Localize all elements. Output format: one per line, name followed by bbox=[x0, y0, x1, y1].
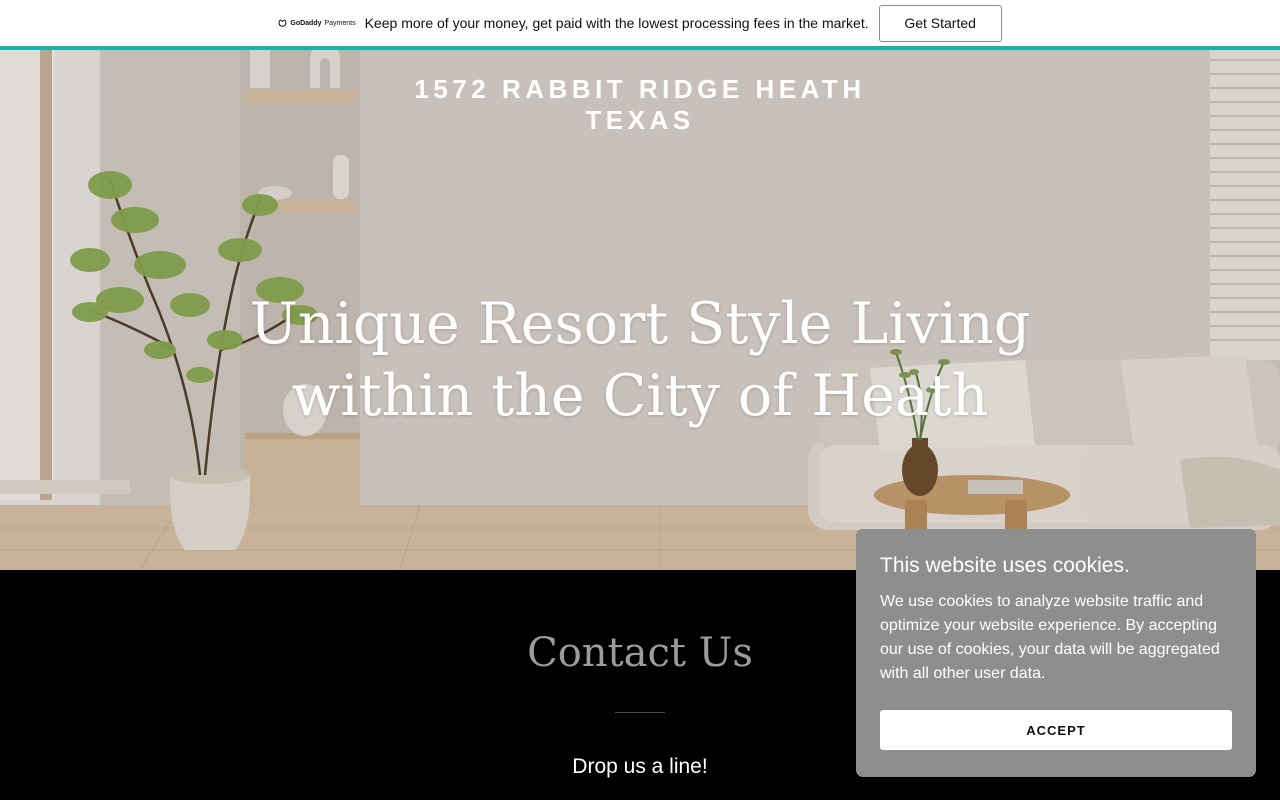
hero-heading-line-1: Unique Resort Style Living bbox=[249, 291, 1031, 357]
contact-divider bbox=[615, 712, 665, 713]
hero-heading: Unique Resort Style Living within the Ci… bbox=[0, 288, 1280, 432]
godaddy-icon bbox=[278, 19, 287, 27]
promo-message: Keep more of your money, get paid with t… bbox=[364, 15, 869, 31]
hero-section: 1572 RABBIT RIDGE HEATH TEXAS Unique Res… bbox=[0, 50, 1280, 570]
get-started-button[interactable]: Get Started bbox=[878, 4, 1002, 42]
promo-bar: GoDaddy Payments Keep more of your money,… bbox=[0, 0, 1280, 50]
cookie-banner-title: This website uses cookies. bbox=[880, 554, 1130, 577]
hero-heading-line-2: within the City of Heath bbox=[291, 363, 989, 429]
site-title-line-2: TEXAS bbox=[585, 105, 695, 135]
cookie-banner: This website uses cookies. We use cookie… bbox=[856, 529, 1256, 777]
godaddy-payments-logo: GoDaddy Payments bbox=[278, 19, 356, 27]
accept-cookies-button[interactable]: ACCEPT bbox=[880, 710, 1232, 750]
site-title-line-1: 1572 RABBIT RIDGE HEATH bbox=[414, 74, 866, 104]
cookie-banner-body: We use cookies to analyze website traffi… bbox=[880, 593, 1220, 682]
logo-brand-text: GoDaddy bbox=[290, 19, 322, 27]
logo-product-text: Payments bbox=[324, 19, 356, 27]
site-title[interactable]: 1572 RABBIT RIDGE HEATH TEXAS bbox=[0, 74, 1280, 136]
